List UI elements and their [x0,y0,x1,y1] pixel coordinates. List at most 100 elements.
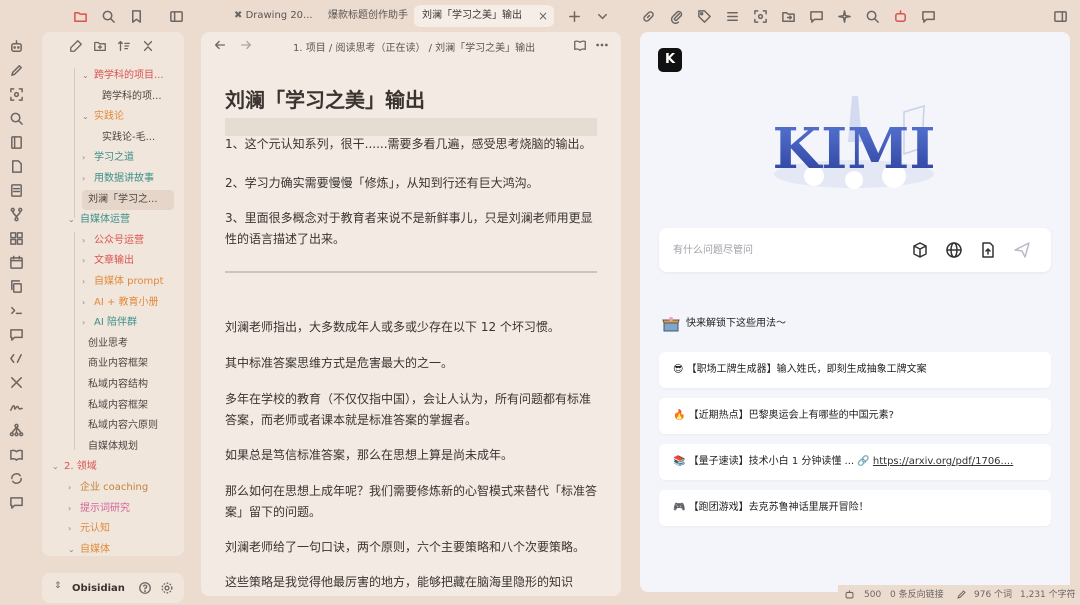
folder-icon[interactable] [70,6,90,26]
paragraph[interactable]: 刘澜老师指出，大多数成年人或多或少存在以下 12 个坏习惯。 [225,317,599,338]
paragraph[interactable]: 多年在学校的教育（不仅仅指中国），会让人认为，所有问题都有标准答案，而老师或者课… [225,389,599,431]
code-percent-icon[interactable] [6,348,26,368]
tree-item[interactable]: ⌄ 2. 领域 [52,457,174,477]
cube-icon[interactable] [911,241,929,259]
collapse-all-icon[interactable] [141,39,157,55]
pencil-icon[interactable] [6,60,26,80]
copy-icon[interactable] [6,276,26,296]
more-options-icon[interactable] [595,38,611,54]
tab-title-assistant[interactable]: 爆款标题创作助手 [320,5,412,27]
tree-item[interactable]: 实践论-毛... [96,128,174,148]
chevron-down-icon[interactable]: ⌄ [68,210,80,230]
tree-item[interactable]: › 提示词研究 [68,499,174,519]
sidebar-toggle-icon[interactable] [166,6,186,26]
chevron-down-icon[interactable] [592,6,612,26]
search-icon[interactable] [6,108,26,128]
suggestion-card[interactable]: 🔥 【近期热点】巴黎奥运会上有哪些的中国元素? [659,398,1051,434]
tree-item[interactable]: › 学习之道 [82,148,174,168]
tools-icon[interactable] [6,372,26,392]
tree-item[interactable]: › AI 陪伴群 [82,313,174,333]
tree-item[interactable]: › AI + 教育小册 [82,293,174,313]
tree-item[interactable]: › 用数据讲故事 [82,169,174,189]
chevron-right-icon[interactable]: › [68,478,80,498]
tag-icon[interactable] [694,6,714,26]
tree-item[interactable]: › 自媒体 prompt [82,272,174,292]
tree-item[interactable]: 商业内容框架 [82,354,174,374]
chevron-down-icon[interactable]: ⌄ [68,540,80,560]
network-icon[interactable] [6,420,26,440]
breadcrumb[interactable]: 1. 项目 / 阅读思考（正在读） / 刘澜「学习之美」输出 [293,39,535,54]
chevron-right-icon[interactable]: › [68,519,80,539]
list-icon[interactable] [722,6,742,26]
note-title[interactable]: 刘澜「学习之美」输出 [225,84,425,113]
signature-icon[interactable] [6,396,26,416]
search-icon[interactable] [98,6,118,26]
paragraph[interactable]: 如果总是笃信标准答案，那么在思想上算是尚未成年。 [225,445,599,466]
folder-move-icon[interactable] [778,6,798,26]
paragraph[interactable]: 3、里面很多概念对于教育者来说不是新鲜事儿，只是刘澜老师用更显性的语言描述了出来… [225,208,599,250]
paragraph[interactable]: 1、这个元认知系列，很干......需要多看几遍，感受思考烧脑的输出。 [225,134,599,155]
chat-icon[interactable] [6,492,26,512]
paragraph[interactable]: 刘澜老师给了一句口诀，两个原则，六个主要策略和八个次要策略。 [225,537,599,558]
upload-file-icon[interactable] [979,241,997,259]
file-icon[interactable] [6,156,26,176]
sort-icon[interactable] [117,39,133,55]
suggestion-card[interactable]: 📚 【量子速读】技术小白 1 分钟读懂 ... 🔗 https://arxiv.… [659,444,1051,480]
tree-item[interactable]: › 文章输出 [82,251,174,271]
close-icon[interactable]: × [538,5,548,27]
tree-item[interactable]: ⌄ 实践论 [82,107,174,127]
sparkle-icon[interactable] [834,6,854,26]
bot-icon[interactable] [890,6,910,26]
chevron-right-icon[interactable]: › [68,499,80,519]
tab-drawing[interactable]: ✖ Drawing 20... [226,5,318,27]
tree-item[interactable]: 私域内容框架 [82,396,174,416]
paragraph[interactable]: 那么如何在思想上成年呢？我们需要修炼新的心智模式来替代「标准答案」留下的问题。 [225,481,599,523]
send-icon[interactable] [1013,241,1031,259]
tab-active-note[interactable]: 刘澜「学习之美」输出 × [414,5,554,27]
tree-item[interactable]: 私域内容六原则 [82,416,174,436]
git-branch-icon[interactable] [6,204,26,224]
forward-arrow-icon[interactable] [239,38,255,54]
bookmark-icon[interactable] [126,6,146,26]
chevron-down-icon[interactable]: ⌄ [82,66,94,86]
paragraph[interactable]: 其中标准答案思维方式是危害最大的之一。 [225,353,599,374]
chevron-right-icon[interactable]: › [82,231,94,251]
attachment-icon[interactable] [666,6,686,26]
tree-item[interactable]: › 元认知 [68,519,174,539]
chevron-down-icon[interactable]: ⌄ [52,457,64,477]
suggestion-card[interactable]: 😎 【职场工牌生成器】输入姓氏，即刻生成抽象工牌文案 [659,352,1051,388]
suggestion-card[interactable]: 🎮 【跑团游戏】去克苏鲁神话里展开冒险！ [659,490,1051,526]
chevron-right-icon[interactable]: › [82,313,94,333]
tree-item[interactable]: 刘澜「学习之... [82,189,174,210]
sync-icon[interactable] [6,468,26,488]
sidebar-toggle-icon[interactable] [1050,6,1070,26]
new-folder-icon[interactable] [93,39,109,55]
chevron-right-icon[interactable]: › [82,293,94,313]
chevron-right-icon[interactable]: › [82,148,94,168]
scan-icon[interactable] [6,84,26,104]
bot-icon[interactable] [6,36,26,56]
tree-item[interactable]: ⌄ 跨学科的项目... [82,66,174,86]
status-backlinks[interactable]: 0 条反向链接 [890,585,944,605]
search-icon[interactable] [862,6,882,26]
ask-input[interactable] [671,240,891,260]
comment-icon[interactable] [6,324,26,344]
paper-link[interactable]: https://arxiv.org/pdf/1706.... [873,456,1013,467]
tree-item[interactable]: 跨学科的项... [96,87,174,107]
gear-icon[interactable] [160,581,174,595]
tree-item[interactable]: ⌄ 自媒体 [68,540,174,560]
reading-view-icon[interactable] [573,38,589,54]
tree-item[interactable]: ⌄ 自媒体运营 [68,210,174,230]
tree-item[interactable]: 自媒体规划 [82,437,174,457]
new-tab-icon[interactable] [564,6,584,26]
terminal-icon[interactable] [6,300,26,320]
chevron-right-icon[interactable]: › [82,169,94,189]
chevron-right-icon[interactable]: › [82,272,94,292]
globe-icon[interactable] [945,241,963,259]
paragraph[interactable]: 2、学习力确实需要慢慢「修炼」，从知到行还有巨大鸿沟。 [225,173,599,194]
vault-switcher[interactable]: ⇕ Obisidian [42,573,184,603]
chat-icon[interactable] [918,6,938,26]
tree-item[interactable]: › 公众号运营 [82,231,174,251]
scan-icon[interactable] [750,6,770,26]
grid-icon[interactable] [6,228,26,248]
